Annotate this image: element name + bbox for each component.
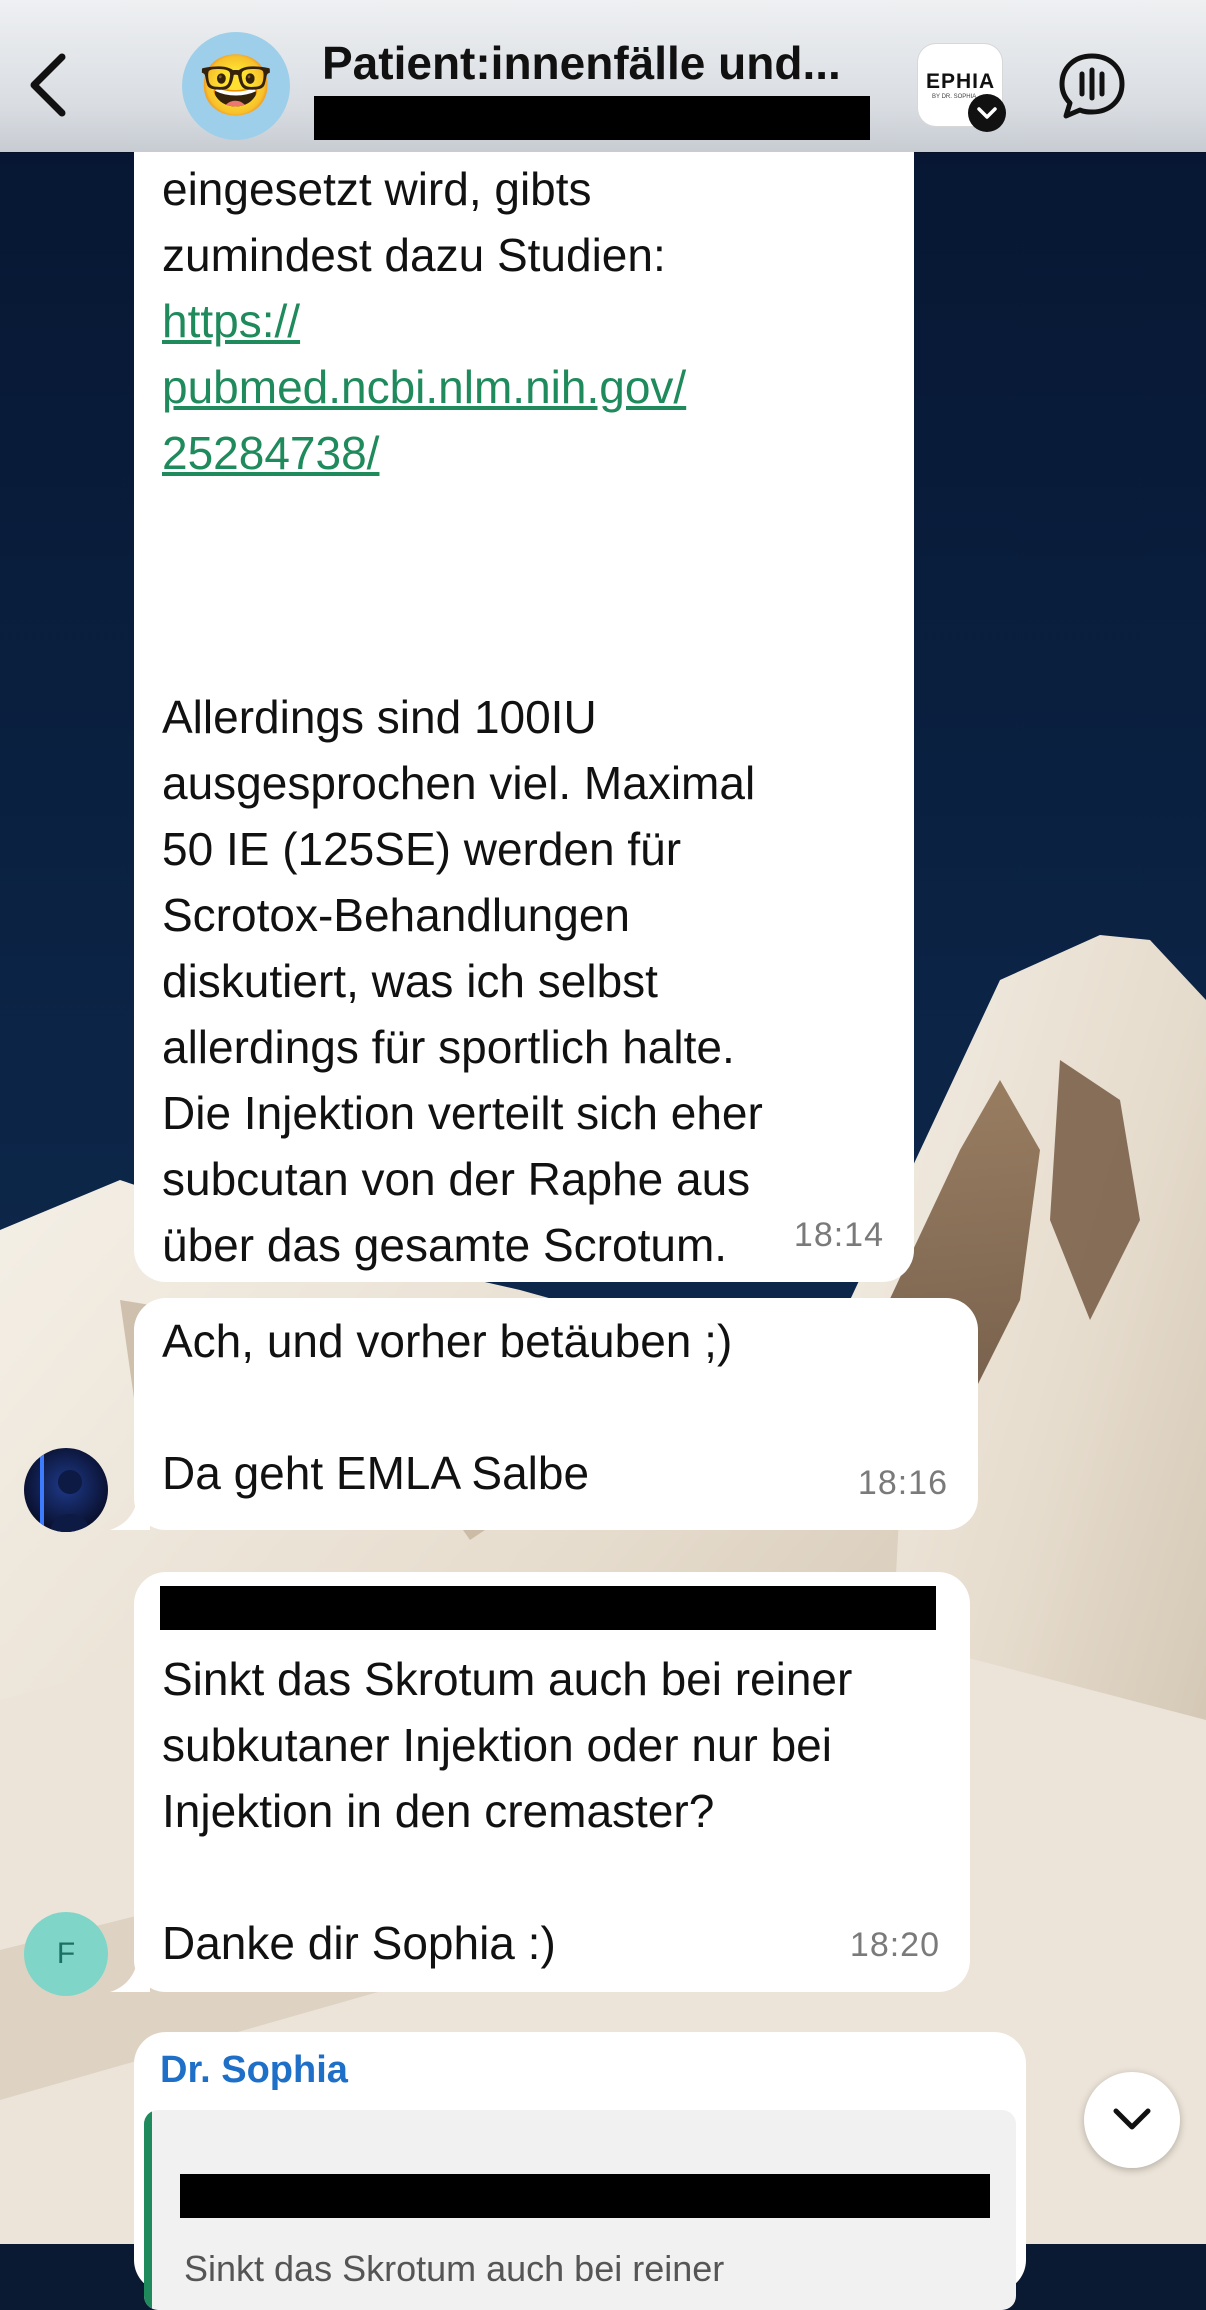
message-text-line: Danke dir Sophia :) <box>162 1917 556 1969</box>
community-icon-label: EPHIA <box>926 70 996 93</box>
voice-chat-button[interactable] <box>1054 48 1130 124</box>
quoted-text: Sinkt das Skrotum auch bei reiner <box>184 2248 725 2289</box>
person-photo-icon <box>40 1454 90 1532</box>
message-link[interactable]: 25284738/ <box>162 420 763 486</box>
bubble-tail <box>110 1952 150 1992</box>
voice-chat-icon <box>1059 53 1125 119</box>
message-text-line: 50 IE (125SE) werden für <box>162 823 682 875</box>
group-avatar[interactable]: 🤓 <box>182 32 290 140</box>
message-text-line: Da geht EMLA Salbe <box>162 1447 590 1499</box>
message-text-line: Scrotox-Behandlungen <box>162 889 630 941</box>
message-text-line: diskutiert, was ich selbst <box>162 955 658 1007</box>
message-text-line: Ach, und vorher betäuben ;) <box>162 1315 733 1367</box>
community-icon-sublabel: BY DR. SOPHIA <box>932 94 977 100</box>
message-text-line: über das gesamte Scrotum. <box>162 1219 728 1271</box>
redacted-subtitle <box>314 96 870 140</box>
member-avatar[interactable]: F <box>24 1912 108 1996</box>
chevron-down-badge-icon <box>968 94 1006 132</box>
chevron-left-icon <box>30 53 66 117</box>
message-text-line: subcutan von der Raphe aus <box>162 1153 751 1205</box>
chat-title[interactable]: Patient:innenfälle und... <box>322 36 862 90</box>
member-avatar[interactable] <box>24 1448 108 1532</box>
redacted-reply-header <box>160 1586 936 1630</box>
message-text-line: ausgesprochen viel. Maximal <box>162 757 756 809</box>
message-link[interactable]: https:// <box>162 288 763 354</box>
sender-name[interactable]: Dr. Sophia <box>160 2048 348 2092</box>
message-text-line: zumindest dazu Studien: <box>162 229 666 281</box>
nerd-face-emoji-icon: 🤓 <box>198 52 274 119</box>
message-timestamp: 18:20 <box>849 1926 940 1964</box>
message-text-line: subkutaner Injektion oder nur bei <box>162 1719 832 1771</box>
message-text-line: Sinkt das Skrotum auch bei reiner <box>162 1653 853 1705</box>
message-bubble[interactable]: Sinkt das Skrotum auch bei reiner subkut… <box>134 1572 970 1992</box>
quote-accent-bar <box>144 2110 152 2310</box>
message-link[interactable]: pubmed.ncbi.nlm.nih.gov/ <box>162 354 763 420</box>
message-text-line: Injektion in den cremaster? <box>162 1785 715 1837</box>
message-text-line: eingesetzt wird, gibts <box>162 163 592 215</box>
quoted-message[interactable]: Sinkt das Skrotum auch bei reiner <box>144 2110 1016 2310</box>
chat-header: 🤓 Patient:innenfälle und... EPHIA BY DR.… <box>0 0 1206 152</box>
message-bubble[interactable]: Ach, und vorher betäuben ;) Da geht EMLA… <box>134 1298 978 1530</box>
message-text-line: allerdings für sportlich halte. <box>162 1021 735 1073</box>
bubble-tail <box>110 1490 150 1530</box>
message-text-line: Allerdings sind 100IU <box>162 691 597 743</box>
message-bubble[interactable]: Dr. Sophia Sinkt das Skrotum auch bei re… <box>134 2032 1026 2310</box>
message-text-line: Die Injektion verteilt sich eher <box>162 1087 763 1139</box>
message-bubble[interactable]: eingesetzt wird, gibts zumindest dazu St… <box>134 152 914 1282</box>
community-icon[interactable]: EPHIA BY DR. SOPHIA <box>918 44 1006 132</box>
avatar-initial: F <box>56 1937 76 1970</box>
back-button[interactable] <box>18 50 78 120</box>
message-timestamp: 18:14 <box>793 1216 884 1254</box>
chevron-down-icon <box>1113 2108 1151 2130</box>
redacted-quote-author <box>180 2174 990 2218</box>
message-timestamp: 18:16 <box>857 1464 948 1502</box>
scroll-to-bottom-button[interactable] <box>1084 2072 1180 2168</box>
